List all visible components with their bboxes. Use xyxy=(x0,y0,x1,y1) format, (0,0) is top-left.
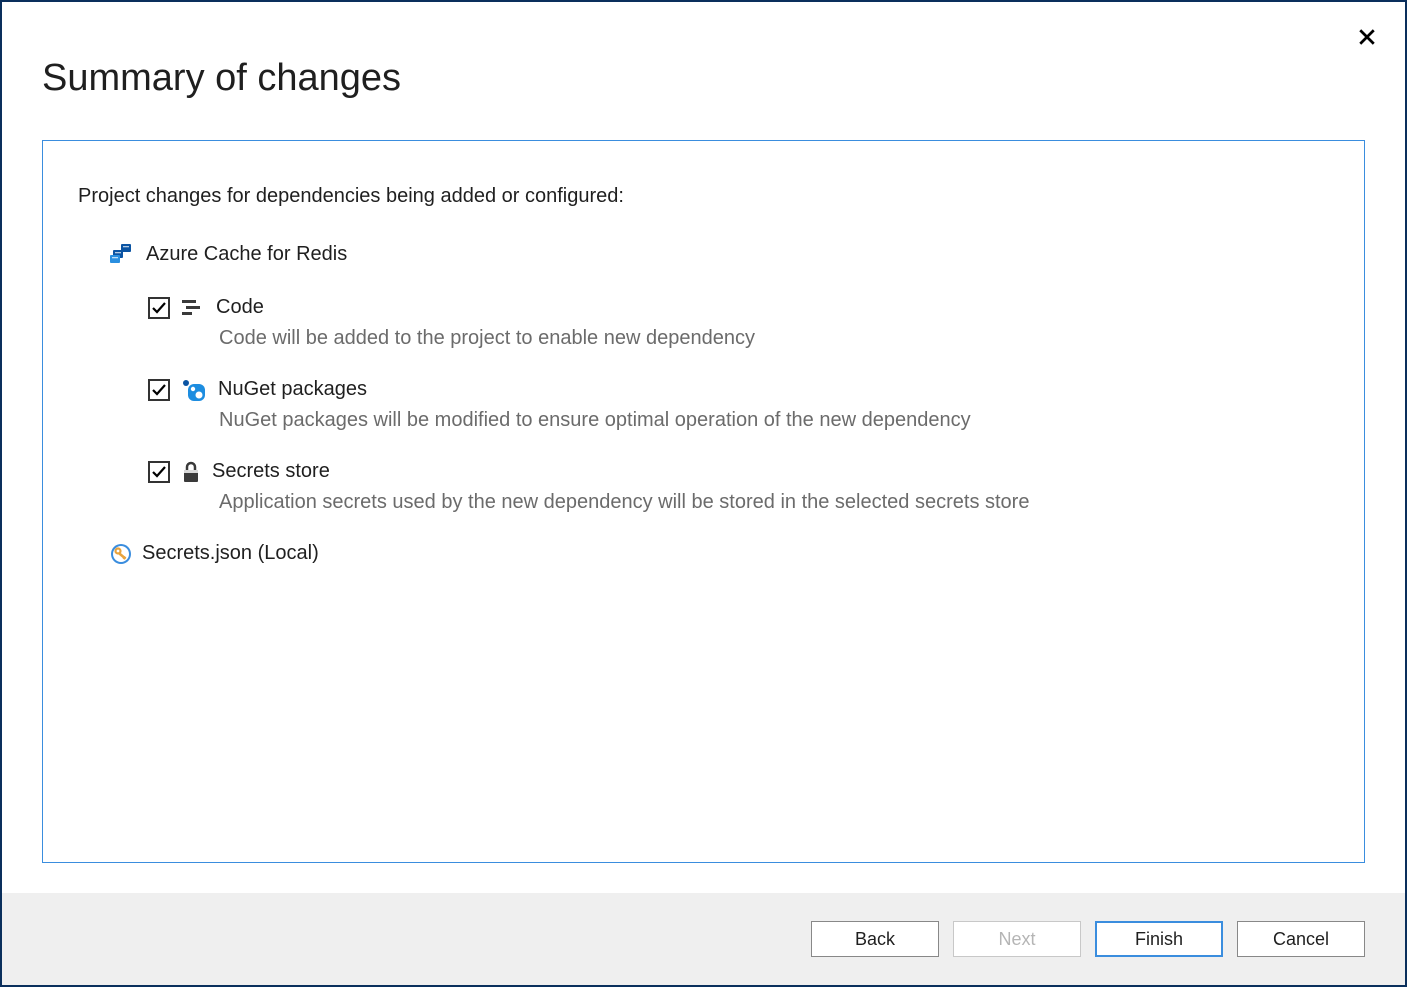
dialog-footer: Back Next Finish Cancel xyxy=(2,893,1405,985)
nuget-icon xyxy=(182,379,206,401)
change-desc-code: Code will be added to the project to ena… xyxy=(219,327,1329,350)
change-item-code: Code Code will be added to the project t… xyxy=(148,296,1329,350)
dialog-title: Summary of changes xyxy=(42,57,1365,100)
change-desc-nuget: NuGet packages will be modified to ensur… xyxy=(219,409,1329,432)
dependency-header: Azure Cache for Redis xyxy=(110,243,1329,266)
cancel-button[interactable]: Cancel xyxy=(1237,921,1365,957)
dependency-name: Azure Cache for Redis xyxy=(146,243,347,266)
change-item-secrets: Secrets store Application secrets used b… xyxy=(148,460,1329,514)
back-button[interactable]: Back xyxy=(811,921,939,957)
content-area: Project changes for dependencies being a… xyxy=(2,120,1405,893)
finish-button[interactable]: Finish xyxy=(1095,921,1223,957)
change-desc-secrets: Application secrets used by the new depe… xyxy=(219,491,1329,514)
checkbox-nuget[interactable] xyxy=(148,379,170,401)
close-icon xyxy=(1358,28,1376,46)
close-button[interactable] xyxy=(1357,27,1377,47)
next-button: Next xyxy=(953,921,1081,957)
change-label-code: Code xyxy=(216,296,264,319)
key-icon xyxy=(110,543,132,565)
code-icon xyxy=(182,298,204,318)
redis-icon xyxy=(110,244,134,266)
lock-icon xyxy=(182,461,200,483)
change-label-secrets: Secrets store xyxy=(212,460,330,483)
intro-text: Project changes for dependencies being a… xyxy=(78,185,1329,208)
checkbox-code[interactable] xyxy=(148,297,170,319)
secrets-store-row: Secrets.json (Local) xyxy=(110,542,1329,565)
secrets-store-label: Secrets.json (Local) xyxy=(142,542,319,565)
dialog-header: Summary of changes xyxy=(2,2,1405,120)
change-item-nuget: NuGet packages NuGet packages will be mo… xyxy=(148,378,1329,432)
checkbox-secrets[interactable] xyxy=(148,461,170,483)
content-box: Project changes for dependencies being a… xyxy=(42,140,1365,863)
change-label-nuget: NuGet packages xyxy=(218,378,367,401)
